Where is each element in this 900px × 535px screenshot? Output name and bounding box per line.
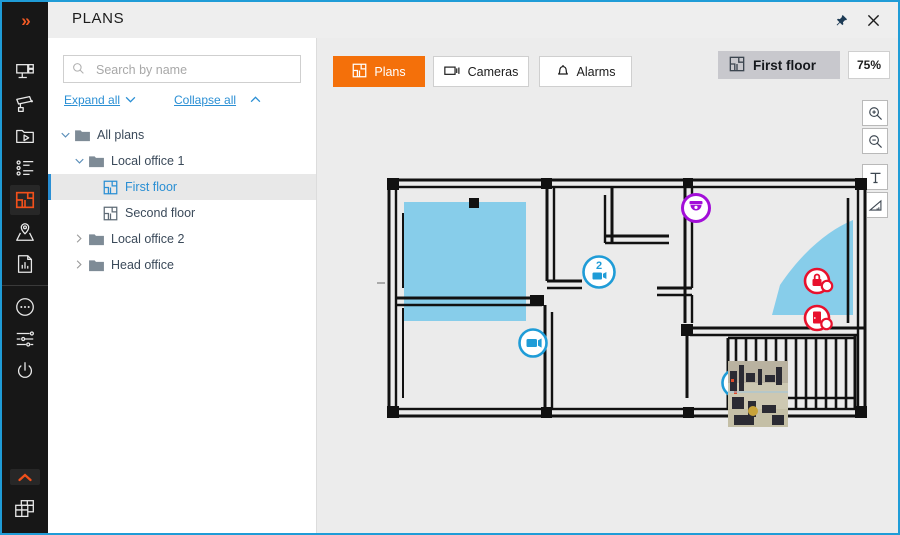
tree-item-label: Local office 2 [111, 232, 185, 246]
rail-item-windows[interactable] [2, 493, 48, 525]
rail-item-cameras[interactable] [2, 88, 48, 120]
tree-item-local-office-1[interactable]: Local office 1 [48, 148, 316, 174]
rail-expand-row: » [2, 2, 48, 38]
plan-canvas-area: Plans Cameras Alarms First floor 75% 2 [317, 38, 898, 533]
search-input[interactable] [94, 56, 298, 84]
search-box[interactable] [63, 55, 301, 84]
pin-icon[interactable] [830, 9, 852, 31]
camera-group-marker[interactable]: 2 [582, 255, 616, 289]
rail-item-events[interactable] [2, 152, 48, 184]
chevron-right-icon[interactable] [72, 233, 86, 245]
chevron-down-icon[interactable] [72, 156, 86, 166]
tree-item-label: All plans [97, 128, 145, 142]
expand-all-link[interactable]: Expand all [64, 93, 120, 107]
fov-left-camera [404, 202, 526, 321]
tree-item-label: Head office [111, 258, 175, 272]
folder-icon [72, 129, 92, 142]
window-header: PLANS [48, 2, 898, 38]
close-icon[interactable] [862, 9, 884, 31]
rail-item-reports[interactable] [2, 248, 48, 280]
rail-item-views[interactable] [2, 56, 48, 88]
folder-icon [86, 155, 106, 168]
tree-actions: Expand all Collapse all [63, 93, 301, 111]
plans-window: » PLANS Search by name Expand all Collap… [0, 0, 900, 535]
tree-item-label: Local office 1 [111, 154, 185, 168]
camera-marker[interactable] [518, 328, 548, 358]
camera-group-badge: 2 [596, 260, 602, 272]
chevron-down-icon[interactable] [125, 94, 136, 106]
chevron-up-icon[interactable] [250, 94, 261, 106]
rail-icon-list [2, 38, 48, 387]
floor-plan-drawing[interactable]: 2 [317, 38, 898, 533]
tree-item-first-floor[interactable]: First floor [48, 174, 316, 200]
chevron-right-icon[interactable] [72, 259, 86, 271]
tree-item-label: First floor [125, 180, 178, 194]
tree-item-head-office[interactable]: Head office [48, 252, 316, 278]
tree-item-label: Second floor [125, 206, 196, 220]
rail-divider [2, 285, 48, 286]
rail-collapse-chevron-icon[interactable] [10, 469, 40, 485]
app-icon-rail: » [2, 2, 48, 533]
tree-item-second-floor[interactable]: Second floor [48, 200, 316, 226]
rail-item-recordings[interactable] [2, 120, 48, 152]
folder-icon [86, 233, 106, 246]
camera-preview-thumbnail[interactable] [728, 361, 788, 427]
plans-sidebar: Expand all Collapse all All plans [48, 38, 317, 533]
rail-item-maps[interactable] [2, 216, 48, 248]
search-icon [72, 62, 85, 80]
plan-icon [100, 180, 120, 195]
rail-item-settings[interactable] [2, 323, 48, 355]
rail-bottom-group [2, 469, 48, 525]
tree-item-all-plans[interactable]: All plans [48, 122, 316, 148]
dome-camera-marker[interactable] [681, 193, 711, 223]
tree-item-local-office-2[interactable]: Local office 2 [48, 226, 316, 252]
folder-icon [86, 259, 106, 272]
rail-item-power[interactable] [2, 355, 48, 387]
page-title: PLANS [72, 10, 125, 27]
plan-icon [100, 206, 120, 221]
expand-rail-icon[interactable]: » [21, 12, 31, 29]
rail-item-more[interactable] [2, 291, 48, 323]
chevron-down-icon[interactable] [58, 130, 72, 140]
plans-tree: All plans Local office 1 First floor Sec… [48, 122, 316, 278]
collapse-all-link[interactable]: Collapse all [174, 93, 236, 107]
rail-item-plans[interactable] [2, 184, 48, 216]
